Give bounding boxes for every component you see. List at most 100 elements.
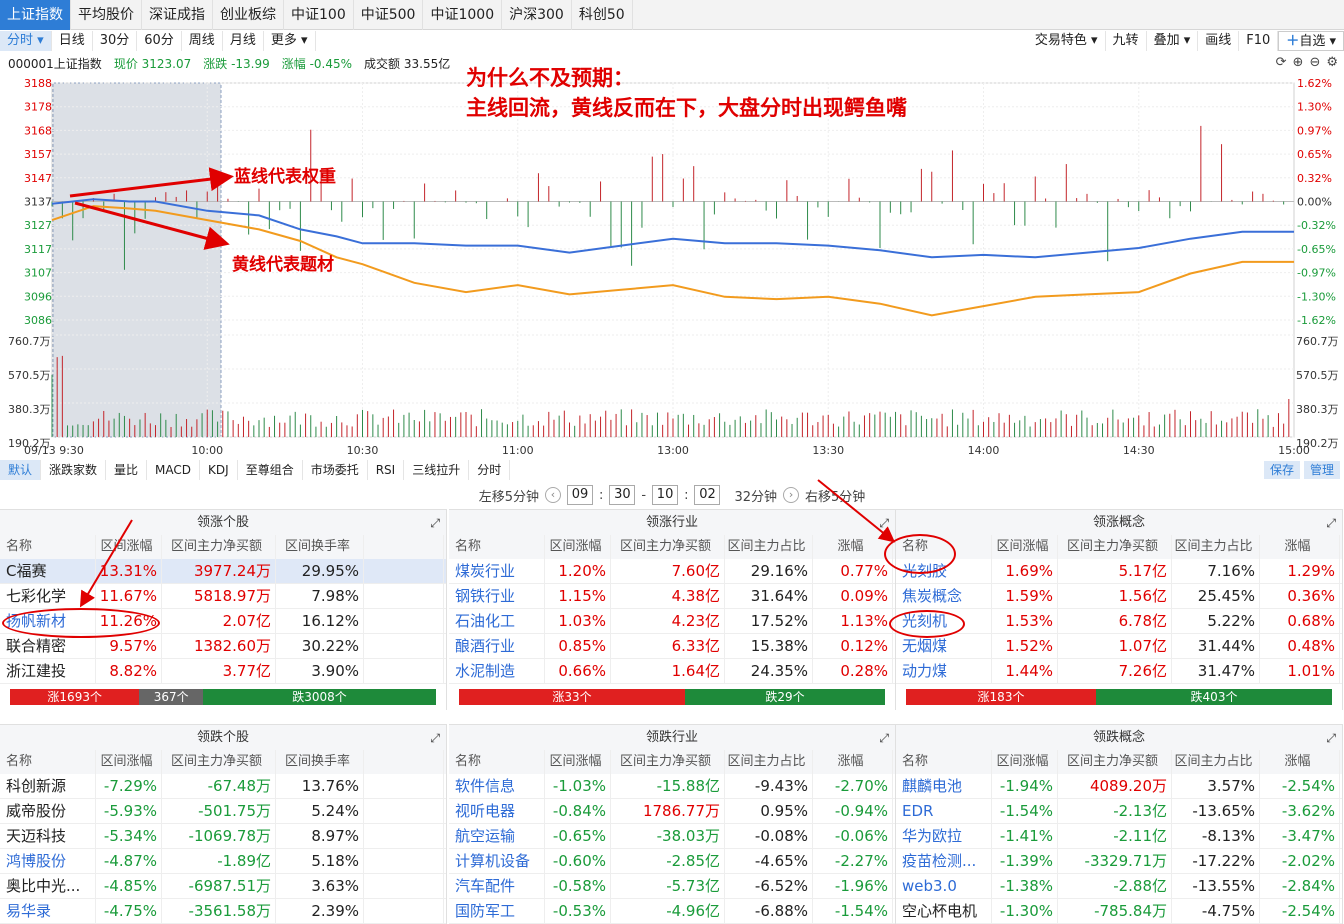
cell-0[interactable]: 国防军工 [449, 898, 545, 924]
cell-0[interactable]: 煤炭行业 [449, 558, 545, 584]
column-header[interactable]: 区间涨幅 [992, 750, 1058, 774]
column-header[interactable]: 区间主力占比 [725, 750, 813, 774]
column-header[interactable]: 区间涨幅 [96, 750, 162, 774]
start-minute[interactable]: 30 [609, 485, 636, 505]
cell-0[interactable]: 科创新源 [0, 773, 96, 799]
column-header[interactable]: 区间主力净买额 [1058, 535, 1172, 559]
tab-index-6[interactable]: 中证1000 [423, 0, 503, 30]
indicator-tab-7[interactable]: RSI [368, 460, 405, 480]
column-header[interactable]: 涨幅 [813, 750, 893, 774]
column-header[interactable]: 区间主力净买额 [162, 750, 276, 774]
zoom-out-icon[interactable]: ⊖ [1309, 55, 1320, 70]
table-row[interactable]: 软件信息 -1.03% -15.88亿 -9.43% -2.70% [449, 773, 895, 799]
column-header[interactable]: 名称 [0, 535, 96, 559]
tab-index-4[interactable]: 中证100 [284, 0, 354, 30]
cell-0[interactable]: 易华录 [0, 898, 96, 924]
cell-0[interactable]: 汽车配件 [449, 873, 545, 899]
expand-icon[interactable]: ⤢ [879, 725, 889, 751]
cell-0[interactable]: 疫苗检测... [896, 848, 992, 874]
table-row[interactable]: 威帝股份 -5.93% -501.75万 5.24% [0, 798, 446, 824]
column-header[interactable]: 名称 [896, 750, 992, 774]
table-row[interactable]: 焦炭概念 1.59% 1.56亿 25.45% 0.36% [896, 583, 1342, 609]
tab-index-1[interactable]: 平均股价 [71, 0, 142, 30]
table-row[interactable]: C福赛 13.31% 3977.24万 29.95% [0, 558, 446, 584]
table-row[interactable]: 石油化工 1.03% 4.23亿 17.52% 1.13% [449, 608, 895, 634]
cell-0[interactable]: 空心杯电机 [896, 898, 992, 924]
refresh-icon[interactable]: ⟳ [1276, 55, 1287, 70]
table-row[interactable]: 光刻胶 1.69% 5.17亿 7.16% 1.29% [896, 558, 1342, 584]
indicator-tab-9[interactable]: 分时 [469, 460, 511, 480]
tab-index-2[interactable]: 深证成指 [142, 0, 213, 30]
cell-0[interactable]: 无烟煤 [896, 633, 992, 659]
table-row[interactable]: 国防军工 -0.53% -4.96亿 -6.88% -1.54% [449, 898, 895, 924]
cell-0[interactable]: 航空运输 [449, 823, 545, 849]
intraday-chart[interactable]: 3188 3178 3168 3157 3147 3137 3127 3117 3107 3096… [0, 73, 1344, 458]
cell-0[interactable]: 软件信息 [449, 773, 545, 799]
column-header[interactable]: 区间换手率 [276, 535, 364, 559]
cell-0[interactable]: 天迈科技 [0, 823, 96, 849]
chevron-left-icon[interactable]: ‹ [544, 487, 561, 503]
table-row[interactable]: 奥比中光... -4.85% -6987.51万 3.63% [0, 873, 446, 899]
zoom-in-icon[interactable]: ⊕ [1293, 55, 1304, 70]
table-row[interactable]: 浙江建投 8.82% 3.77亿 3.90% [0, 658, 446, 684]
table-row[interactable]: 动力煤 1.44% 7.26亿 31.47% 1.01% [896, 658, 1342, 684]
tool-button-2[interactable]: 叠加 ▾ [1147, 31, 1199, 51]
expand-icon[interactable]: ⤢ [430, 725, 440, 751]
table-row[interactable]: 易华录 -4.75% -3561.58万 2.39% [0, 898, 446, 924]
cell-0[interactable]: 麒麟电池 [896, 773, 992, 799]
table-row[interactable]: 天迈科技 -5.34% -1069.78万 8.97% [0, 823, 446, 849]
cell-0[interactable]: 焦炭概念 [896, 583, 992, 609]
expand-icon[interactable]: ⤢ [879, 510, 889, 536]
column-header[interactable]: 区间主力占比 [1172, 535, 1260, 559]
table-row[interactable]: 视听电器 -0.84% 1786.77万 0.95% -0.94% [449, 798, 895, 824]
tool-button-0[interactable]: 交易特色 ▾ [1028, 31, 1106, 51]
tab-index-3[interactable]: 创业板综 [213, 0, 284, 30]
shift-right-label[interactable]: 右移5分钟 [805, 486, 865, 505]
table-row[interactable]: 空心杯电机 -1.30% -785.84万 -4.75% -2.54% [896, 898, 1342, 924]
cell-0[interactable]: 动力煤 [896, 658, 992, 684]
cell-0[interactable]: 奥比中光... [0, 873, 96, 899]
tab-index-5[interactable]: 中证500 [354, 0, 424, 30]
column-header[interactable]: 涨幅 [1260, 750, 1340, 774]
table-row[interactable]: 水泥制造 0.66% 1.64亿 24.35% 0.28% [449, 658, 895, 684]
manage-button[interactable]: 管理 [1303, 461, 1340, 479]
end-minute[interactable]: 02 [694, 485, 721, 505]
column-header[interactable]: 涨幅 [813, 535, 893, 559]
table-row[interactable]: web3.0 -1.38% -2.88亿 -13.55% -2.84% [896, 873, 1342, 899]
cell-0[interactable]: C福赛 [0, 558, 96, 584]
cell-0[interactable]: web3.0 [896, 873, 992, 899]
column-header[interactable]: 区间涨幅 [545, 535, 611, 559]
table-row[interactable]: 钢铁行业 1.15% 4.38亿 31.64% 0.09% [449, 583, 895, 609]
column-header[interactable]: 区间主力占比 [725, 535, 813, 559]
cell-0[interactable]: 水泥制造 [449, 658, 545, 684]
column-header[interactable]: 区间换手率 [276, 750, 364, 774]
column-header[interactable]: 区间主力净买额 [611, 535, 725, 559]
period-button-2[interactable]: 30分 [93, 31, 138, 51]
indicator-tab-6[interactable]: 市场委托 [303, 460, 368, 480]
period-button-3[interactable]: 60分 [137, 31, 182, 51]
indicator-tab-4[interactable]: KDJ [200, 460, 238, 480]
period-button-1[interactable]: 日线 [52, 31, 93, 51]
tool-button-5[interactable]: ＋自选 ▾ [1278, 31, 1344, 51]
table-row[interactable]: 酿酒行业 0.85% 6.33亿 15.38% 0.12% [449, 633, 895, 659]
table-row[interactable]: 科创新源 -7.29% -67.48万 13.76% [0, 773, 446, 799]
chevron-right-icon[interactable]: › [783, 487, 800, 503]
column-header[interactable]: 区间主力净买额 [611, 750, 725, 774]
indicator-tab-5[interactable]: 至尊组合 [238, 460, 303, 480]
table-row[interactable]: 疫苗检测... -1.39% -3329.71万 -17.22% -2.02% [896, 848, 1342, 874]
column-header[interactable] [364, 750, 444, 774]
cell-0[interactable]: 鸿博股份 [0, 848, 96, 874]
table-row[interactable]: 华为欧拉 -1.41% -2.11亿 -8.13% -3.47% [896, 823, 1342, 849]
start-hour[interactable]: 09 [566, 485, 593, 505]
cell-0[interactable]: 浙江建投 [0, 658, 96, 684]
cell-0[interactable]: 石油化工 [449, 608, 545, 634]
table-row[interactable]: 煤炭行业 1.20% 7.60亿 29.16% 0.77% [449, 558, 895, 584]
column-header[interactable] [364, 535, 444, 559]
shift-left-label[interactable]: 左移5分钟 [479, 486, 539, 505]
table-row[interactable]: 七彩化学 11.67% 5818.97万 7.98% [0, 583, 446, 609]
column-header[interactable]: 区间主力占比 [1172, 750, 1260, 774]
column-header[interactable]: 区间主力净买额 [1058, 750, 1172, 774]
table-row[interactable]: 计算机设备 -0.60% -2.85亿 -4.65% -2.27% [449, 848, 895, 874]
indicator-tab-2[interactable]: 量比 [106, 460, 148, 480]
expand-icon[interactable]: ⤢ [1326, 725, 1336, 751]
